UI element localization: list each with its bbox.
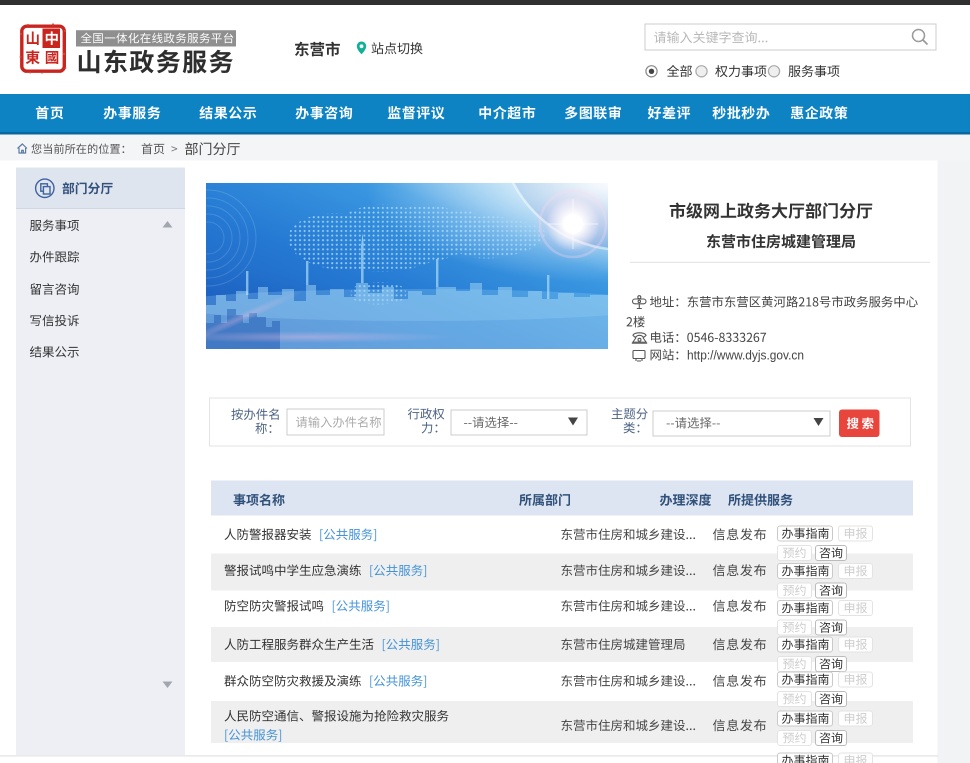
svg-text:http://www.dyjs.gov.cn: http://www.dyjs.gov.cn <box>687 347 804 362</box>
